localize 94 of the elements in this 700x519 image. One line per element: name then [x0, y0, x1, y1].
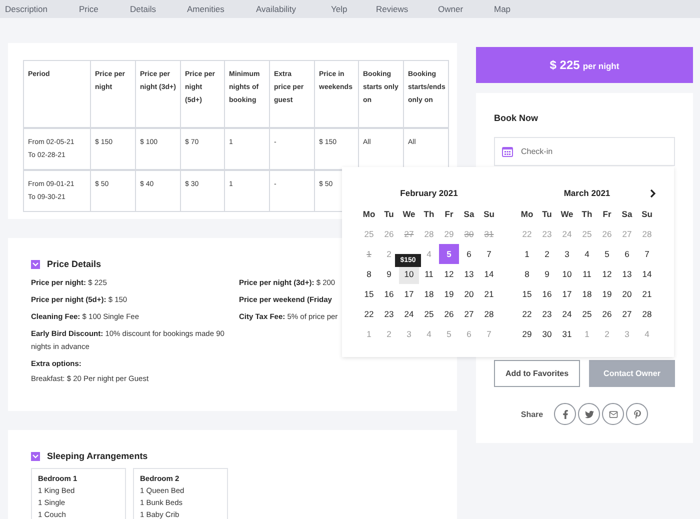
calendar-day[interactable]: 5 [597, 244, 617, 264]
calendar-day[interactable]: 17 [557, 284, 577, 304]
calendar-day[interactable]: 22 [517, 304, 537, 324]
mail-icon[interactable] [602, 403, 624, 425]
month-title: February 2021 [400, 187, 458, 200]
calendar-day[interactable]: 9 [537, 264, 557, 284]
booking-title: Book Now [494, 113, 539, 123]
weekday-label: We [560, 208, 574, 221]
twitter-icon[interactable] [578, 403, 600, 425]
calendar-day[interactable]: 17 [399, 284, 419, 304]
calendar-day[interactable]: 21 [637, 284, 657, 304]
calendar-day[interactable]: 23 [537, 304, 557, 324]
calendar-day[interactable]: 29 [517, 324, 537, 344]
calendar-day[interactable]: 15 [517, 284, 537, 304]
month-title: March 2021 [564, 187, 610, 200]
calendar-day[interactable]: 23 [379, 304, 399, 324]
calendar-day[interactable]: 2 [537, 244, 557, 264]
calendar-day[interactable]: 10 [557, 264, 577, 284]
calendar-day[interactable]: 12 [597, 264, 617, 284]
weekday-label: Th [580, 208, 594, 221]
calendar-day[interactable]: 20 [459, 284, 479, 304]
nav-link[interactable]: Map [494, 4, 511, 14]
calendar-day[interactable]: 13 [617, 264, 637, 284]
calendar-day[interactable]: 18 [419, 284, 439, 304]
calendar-day[interactable]: 11 [419, 264, 439, 284]
calendar-day[interactable]: 11 [577, 264, 597, 284]
calendar-day[interactable]: 12 [439, 264, 459, 284]
calendar-day[interactable]: 16 [379, 284, 399, 304]
nav-link[interactable]: Yelp [331, 4, 348, 14]
weekday-label: Fr [444, 208, 454, 221]
section-title: Sleeping Arrangements [47, 451, 148, 461]
calendar-day[interactable]: 6 [617, 244, 637, 264]
weekday-label: Su [640, 208, 654, 221]
calendar-day[interactable]: 19 [439, 284, 459, 304]
calendar-day[interactable]: 24 [557, 304, 577, 324]
weekday-label: Tu [541, 208, 553, 221]
calendar-day[interactable]: 27 [459, 304, 479, 324]
nav-link[interactable]: Price [79, 4, 98, 14]
calendar-day[interactable]: 28 [479, 304, 499, 324]
price-unit: per night [582, 61, 620, 71]
calendar-day[interactable]: 26 [439, 304, 459, 324]
weekday-label: Su [482, 208, 496, 221]
calendar-day[interactable]: 1 [517, 244, 537, 264]
calendar-day[interactable]: 20 [617, 284, 637, 304]
pinterest-icon[interactable] [626, 403, 648, 425]
nav-link[interactable]: Reviews [376, 4, 408, 14]
weekday-label: Sa [462, 208, 476, 221]
calendar-day[interactable]: 24 [399, 304, 419, 324]
facebook-icon[interactable] [554, 403, 576, 425]
calendar-day[interactable]: 14 [479, 264, 499, 284]
nav-link[interactable]: Details [130, 4, 156, 14]
weekday-label: Tu [383, 208, 395, 221]
calendar-day[interactable]: 14 [637, 264, 657, 284]
calendar-day[interactable]: 4 [577, 244, 597, 264]
calendar-icon [502, 146, 513, 157]
nav-link[interactable]: Availability [256, 4, 296, 14]
collapse-toggle-icon[interactable] [31, 260, 40, 268]
calendar-day[interactable]: 8 [517, 264, 537, 284]
calendar-day[interactable]: 25 [577, 304, 597, 324]
price-amount: $ 225 [550, 58, 580, 72]
weekday-label: We [402, 208, 416, 221]
calendar-day[interactable]: 27 [617, 304, 637, 324]
nav-link[interactable]: Owner [438, 4, 464, 14]
share-label: Share [520, 410, 544, 418]
calendar-day[interactable]: 16 [537, 284, 557, 304]
calendar-day[interactable]: 26 [597, 304, 617, 324]
calendar-day[interactable]: 8 [359, 264, 379, 284]
check-in-field[interactable]: Check-in [494, 137, 675, 166]
calendar-day[interactable]: 3 [557, 244, 577, 264]
calendar-day[interactable]: 19 [597, 284, 617, 304]
weekday-label: Th [422, 208, 436, 221]
collapse-toggle-icon[interactable] [31, 452, 40, 460]
calendar-day[interactable]: 25 [419, 304, 439, 324]
add-to-favorites-button[interactable]: Add to Favorites [494, 360, 580, 387]
nav-link[interactable]: Amenities [187, 4, 224, 14]
calendar-day[interactable]: 5 [439, 244, 459, 264]
calendar-day[interactable]: 7 [637, 244, 657, 264]
next-month-icon[interactable] [649, 189, 657, 198]
weekday-label: Fr [602, 208, 612, 221]
calendar-day[interactable]: 6 [459, 244, 479, 264]
calendar-day[interactable]: 30 [537, 324, 557, 344]
weekday-label: Mo [520, 208, 534, 221]
calendar-day[interactable]: 13 [459, 264, 479, 284]
section-title: Price Details [47, 259, 102, 269]
calendar-day[interactable]: 22 [359, 304, 379, 324]
weekday-label: Sa [620, 208, 634, 221]
weekday-label: Mo [362, 208, 376, 221]
calendar-day[interactable]: 18 [577, 284, 597, 304]
calendar-day[interactable]: 21 [479, 284, 499, 304]
nav-link[interactable]: Description [5, 4, 48, 14]
calendar-day[interactable]: 15 [359, 284, 379, 304]
calendar-day[interactable]: 28 [637, 304, 657, 324]
calendar-day[interactable]: 7 [479, 244, 499, 264]
calendar-day[interactable]: 31 [557, 324, 577, 344]
